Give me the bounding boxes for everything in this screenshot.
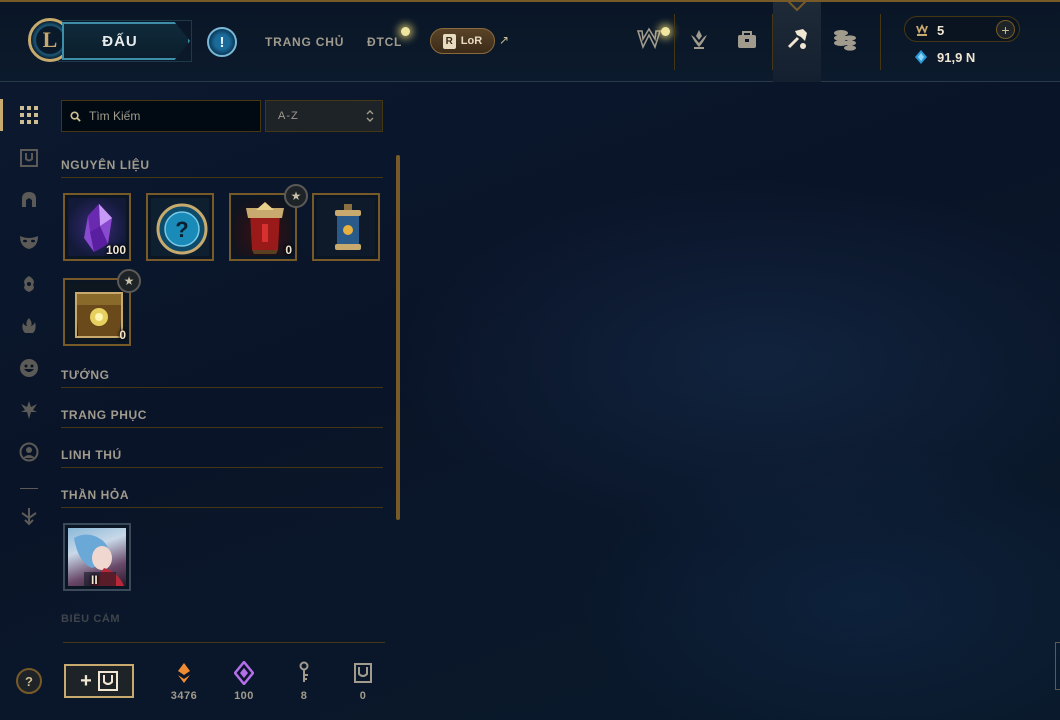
section-title-champions[interactable]: TƯỚNG bbox=[61, 368, 110, 382]
chest-icon bbox=[97, 671, 118, 691]
chest-counter: 0 bbox=[338, 660, 388, 702]
profile-icon[interactable] bbox=[18, 441, 40, 463]
loot-crafting-icon[interactable] bbox=[782, 24, 812, 54]
craft-key-button[interactable]: + bbox=[64, 664, 134, 698]
play-button[interactable]: ĐẤU bbox=[62, 22, 190, 60]
star-badge-icon: ★ bbox=[284, 184, 308, 208]
all-items-grid-icon[interactable] bbox=[18, 104, 40, 126]
capsule-item[interactable] bbox=[312, 193, 380, 261]
section-divider bbox=[61, 427, 383, 428]
riot-points-icon bbox=[916, 24, 928, 36]
ranked-emblem-icon[interactable] bbox=[684, 24, 714, 54]
lor-button[interactable]: R LoR bbox=[430, 28, 495, 54]
top-divider bbox=[772, 14, 773, 70]
mythic-essence-counter: 100 bbox=[219, 660, 269, 702]
search-box[interactable] bbox=[61, 100, 261, 132]
section-title-eternals[interactable]: THẦN HỎA bbox=[61, 488, 129, 502]
section-divider bbox=[61, 467, 383, 468]
mythic-essence-icon bbox=[234, 661, 254, 685]
section-title-skins[interactable]: TRANG PHỤC bbox=[61, 408, 147, 422]
worlds-icon[interactable] bbox=[634, 24, 664, 54]
scrollbar[interactable] bbox=[396, 155, 400, 520]
key-fragment-value: 8 bbox=[300, 690, 308, 702]
section-title-wards[interactable]: LINH THÚ bbox=[61, 448, 122, 462]
mystery-icon: ? bbox=[156, 203, 208, 255]
mythic-essence-value: 100 bbox=[234, 690, 254, 702]
chest-count-icon bbox=[354, 663, 372, 683]
eternals-series-item[interactable]: II bbox=[63, 523, 131, 591]
section-title-materials[interactable]: NGUYÊN LIỆU bbox=[61, 158, 150, 172]
sort-arrows-icon bbox=[366, 110, 374, 122]
orange-essence-value: 3476 bbox=[170, 690, 198, 702]
craft-plus-label: + bbox=[80, 669, 92, 692]
buy-rp-button[interactable]: + bbox=[996, 20, 1015, 39]
disenchant-icon[interactable] bbox=[18, 505, 40, 527]
store-coins-icon[interactable] bbox=[830, 24, 860, 54]
blue-essence-value: 91,9 N bbox=[937, 50, 976, 65]
nav-home[interactable]: TRANG CHỦ bbox=[265, 35, 344, 49]
capsule-icon bbox=[335, 204, 361, 250]
tft-notification-dot bbox=[401, 27, 410, 36]
emote-face-icon[interactable] bbox=[18, 357, 40, 379]
help-button[interactable]: ? bbox=[16, 668, 42, 694]
hextech-chest-icon bbox=[75, 292, 123, 338]
footer-divider bbox=[63, 642, 385, 643]
ward-icon[interactable] bbox=[18, 273, 40, 295]
skin-mask-icon[interactable] bbox=[18, 231, 40, 253]
section-divider bbox=[61, 387, 383, 388]
orange-essence-counter: 3476 bbox=[159, 660, 209, 702]
item-count: 100 bbox=[105, 243, 126, 257]
section-divider bbox=[61, 177, 383, 178]
right-edge-handle[interactable] bbox=[1055, 642, 1060, 690]
rp-value: 5 bbox=[937, 23, 945, 38]
summoner-icon-tree-icon[interactable] bbox=[18, 399, 40, 421]
alert-icon[interactable]: ! bbox=[207, 27, 237, 57]
search-input[interactable] bbox=[89, 109, 249, 123]
key-fragment-icon bbox=[299, 661, 309, 682]
lor-badge-icon: R bbox=[442, 33, 456, 49]
mystery-icon-item[interactable]: ? bbox=[146, 193, 214, 261]
key-fragment-counter: 8 bbox=[279, 660, 329, 702]
item-count: 0 bbox=[285, 243, 292, 257]
top-divider bbox=[674, 14, 675, 70]
champion-helmet-icon[interactable] bbox=[18, 189, 40, 211]
sidebar-divider bbox=[20, 488, 38, 489]
star-badge-icon: ★ bbox=[117, 269, 141, 293]
worlds-notification-dot bbox=[661, 27, 670, 36]
svg-text:?: ? bbox=[175, 217, 188, 242]
search-icon bbox=[70, 110, 81, 122]
chest-icon[interactable] bbox=[18, 147, 40, 169]
nav-tft[interactable]: ĐTCL bbox=[367, 35, 402, 49]
sidebar-active-indicator bbox=[0, 99, 3, 131]
eternals-flame-icon[interactable] bbox=[18, 315, 40, 337]
orange-essence-icon bbox=[178, 663, 190, 683]
masterwork-chest-icon bbox=[246, 202, 284, 254]
section-divider bbox=[61, 507, 383, 508]
mythic-essence-item[interactable]: 100 bbox=[63, 193, 131, 261]
external-link-icon: ↗ bbox=[499, 33, 510, 47]
chest-count-value: 0 bbox=[359, 690, 367, 702]
blue-essence-icon bbox=[915, 50, 927, 64]
item-count: 0 bbox=[119, 328, 126, 342]
top-divider bbox=[880, 14, 881, 70]
sort-value: A-Z bbox=[278, 110, 299, 122]
sort-dropdown[interactable]: A-Z bbox=[265, 100, 383, 132]
play-button-label: ĐẤU bbox=[102, 32, 138, 50]
section-title-emotes[interactable]: BIỂU CẢM bbox=[61, 613, 120, 625]
collection-bag-icon[interactable] bbox=[732, 24, 762, 54]
active-tab-chevron-icon bbox=[786, 0, 808, 12]
eternals-series-label: II bbox=[91, 573, 98, 587]
lor-label: LoR bbox=[460, 35, 483, 47]
